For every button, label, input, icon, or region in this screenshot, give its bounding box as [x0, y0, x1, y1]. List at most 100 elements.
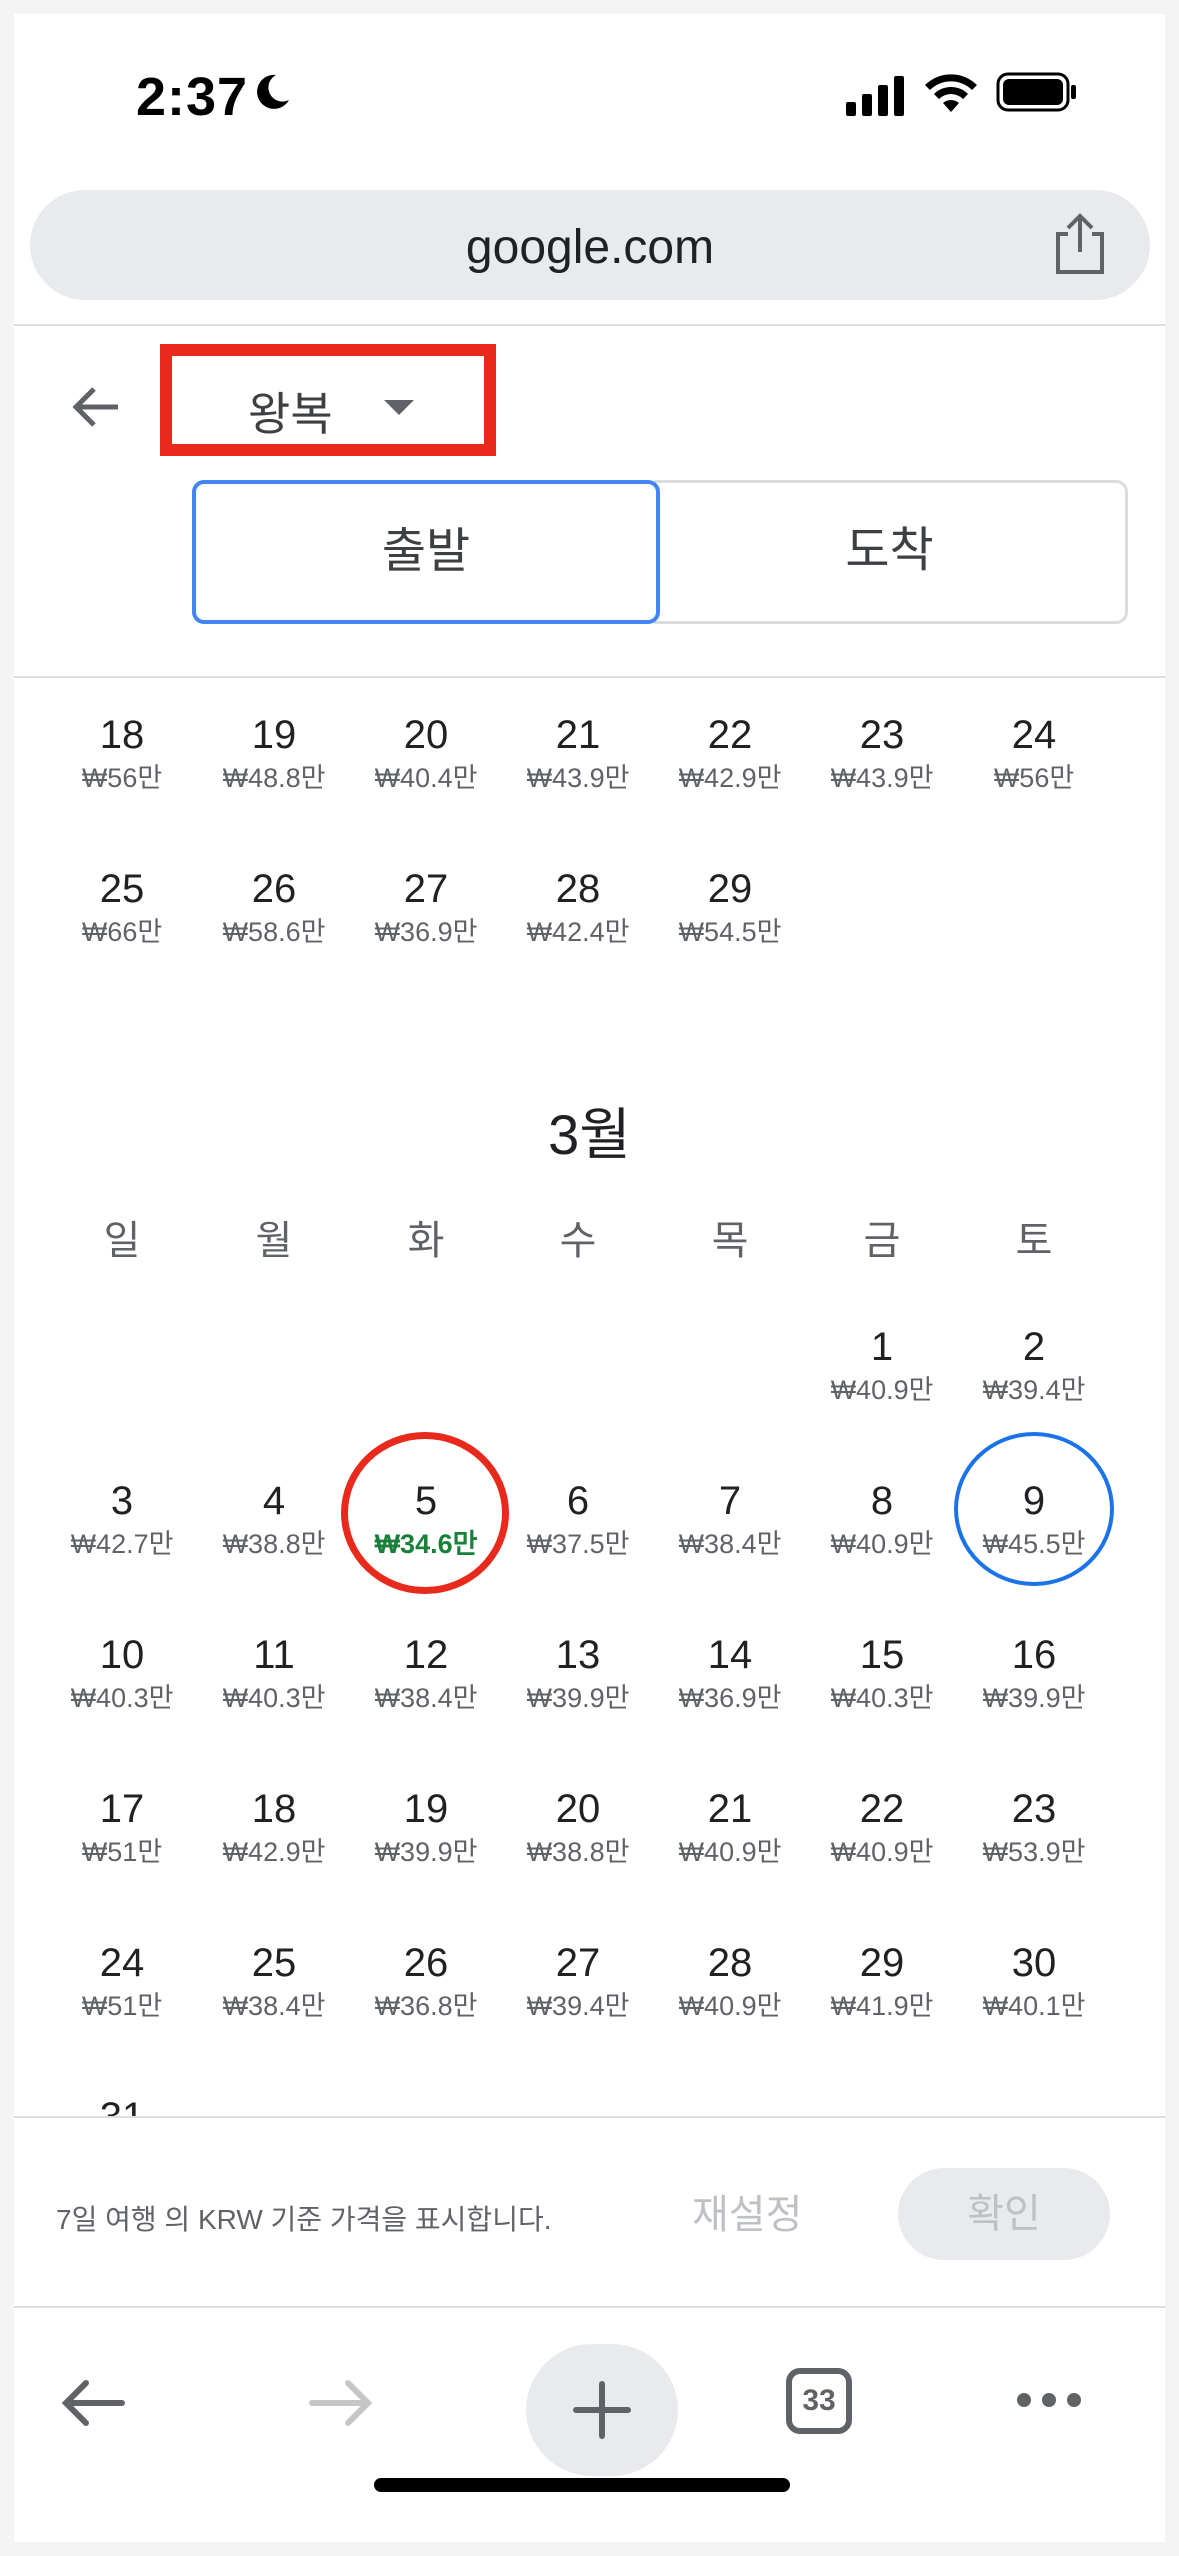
calendar-day[interactable]: 23 ₩53.9만	[958, 1752, 1110, 1906]
day-price: ₩38.4만	[374, 1683, 478, 1713]
day-number: 2	[1022, 1325, 1046, 1369]
calendar-day[interactable]: 29 ₩54.5만	[654, 832, 806, 986]
day-price: ₩40.3만	[70, 1683, 174, 1713]
share-icon[interactable]	[1050, 212, 1110, 276]
day-price: ₩42.4만	[526, 917, 630, 947]
day-number: 28	[707, 1941, 753, 1985]
calendar-day[interactable]: 20 ₩38.8만	[502, 1752, 654, 1906]
calendar-day[interactable]: 4 ₩38.8만	[198, 1444, 350, 1598]
day-number: 5	[414, 1479, 438, 1523]
day-number: 20	[555, 1787, 601, 1831]
calendar-scroll[interactable]: 18 ₩56만 19 ₩48.8만 20 ₩40.4만 21 ₩43.9만 22 ₩42.9만 23…	[14, 678, 1165, 2118]
new-tab-button[interactable]	[526, 2344, 678, 2476]
day-number: 27	[555, 1941, 601, 1985]
browser-back-icon[interactable]	[58, 2378, 128, 2428]
day-number: 25	[251, 1941, 297, 1985]
calendar-day[interactable]: 26 ₩58.6만	[198, 832, 350, 986]
weekday-label: 수	[559, 1219, 597, 1263]
calendar-day[interactable]: 27 ₩36.9만	[350, 832, 502, 986]
calendar-blank	[198, 1290, 350, 1444]
calendar-day[interactable]: 30 ₩40.1만	[958, 1906, 1110, 2060]
more-menu-icon[interactable]	[1014, 2390, 1084, 2410]
day-price: ₩39.4만	[982, 1375, 1086, 1405]
calendar-day[interactable]: 21 ₩40.9만	[654, 1752, 806, 1906]
calendar-day[interactable]: 17 ₩51만	[46, 1752, 198, 1906]
calendar-day[interactable]: 11 ₩40.3만	[198, 1598, 350, 1752]
calendar-day[interactable]: 22 ₩42.9만	[654, 678, 806, 832]
day-number: 7	[718, 1479, 742, 1523]
day-number: 24	[1011, 713, 1057, 757]
weekday-header: 일월화수목금토	[14, 1208, 1165, 1266]
trip-type-label: 왕복	[248, 388, 333, 440]
day-number: 1	[870, 1325, 894, 1369]
day-number: 28	[555, 867, 601, 911]
weekday-label: 목	[711, 1219, 749, 1263]
day-number: 21	[707, 1787, 753, 1831]
day-number: 19	[251, 713, 297, 757]
day-price: ₩40.9만	[678, 1837, 782, 1867]
calendar-day[interactable]: 6 ₩37.5만	[502, 1444, 654, 1598]
calendar-day[interactable]: 7 ₩38.4만	[654, 1444, 806, 1598]
calendar-day[interactable]: 24 ₩51만	[46, 1906, 198, 2060]
calendar-day[interactable]: 14 ₩36.9만	[654, 1598, 806, 1752]
day-price: ₩40.3만	[222, 1683, 326, 1713]
calendar-day[interactable]: 25 ₩66만	[46, 832, 198, 986]
day-price: ₩40.9만	[830, 1529, 934, 1559]
day-price: ₩56만	[81, 763, 163, 793]
calendar-day[interactable]: 15 ₩40.3만	[806, 1598, 958, 1752]
calendar-day[interactable]: 8 ₩40.9만	[806, 1444, 958, 1598]
tab-switcher-button[interactable]: 33	[786, 2368, 852, 2434]
divider	[14, 324, 1165, 326]
browser-forward-icon[interactable]	[306, 2378, 376, 2428]
day-price: ₩36.8만	[374, 1991, 478, 2021]
calendar-day[interactable]: 16 ₩39.9만	[958, 1598, 1110, 1752]
calendar-day[interactable]: 27 ₩39.4만	[502, 1906, 654, 2060]
status-time: 2:37	[136, 67, 249, 127]
calendar-day[interactable]: 10 ₩40.3만	[46, 1598, 198, 1752]
calendar-day[interactable]: 29 ₩41.9만	[806, 1906, 958, 2060]
day-number: 22	[859, 1787, 905, 1831]
calendar-day[interactable]: 1 ₩40.9만	[806, 1290, 958, 1444]
confirm-button[interactable]: 확인	[898, 2168, 1110, 2260]
tab-return[interactable]: 도착	[654, 480, 1128, 624]
day-number: 6	[566, 1479, 590, 1523]
calendar-day[interactable]: 26 ₩36.8만	[350, 1906, 502, 2060]
calendar-day[interactable]: 13 ₩39.9만	[502, 1598, 654, 1752]
day-price: ₩34.6만	[374, 1529, 478, 1559]
calendar-day[interactable]: 24 ₩56만	[958, 678, 1110, 832]
calendar-day[interactable]: 19 ₩48.8만	[198, 678, 350, 832]
calendar-day[interactable]: 20 ₩40.4만	[350, 678, 502, 832]
calendar-day[interactable]: 25 ₩38.4만	[198, 1906, 350, 2060]
calendar-day[interactable]: 3 ₩42.7만	[46, 1444, 198, 1598]
calendar-day[interactable]: 22 ₩40.9만	[806, 1752, 958, 1906]
day-price: ₩36.9만	[678, 1683, 782, 1713]
calendar-day[interactable]: 12 ₩38.4만	[350, 1598, 502, 1752]
calendar-day[interactable]: 18 ₩56만	[46, 678, 198, 832]
calendar-day[interactable]: 19 ₩39.9만	[350, 1752, 502, 1906]
address-bar[interactable]: google.com	[30, 190, 1150, 300]
calendar-day[interactable]: 21 ₩43.9만	[502, 678, 654, 832]
day-number: 15	[859, 1633, 905, 1677]
day-price: ₩39.9만	[982, 1683, 1086, 1713]
tab-departure[interactable]: 출발	[192, 480, 660, 624]
calendar-day[interactable]: 2 ₩39.4만	[958, 1290, 1110, 1444]
back-arrow-icon[interactable]	[66, 382, 126, 432]
day-number: 16	[1011, 1633, 1057, 1677]
day-price: ₩38.4만	[222, 1991, 326, 2021]
calendar-day[interactable]: 28 ₩40.9만	[654, 1906, 806, 2060]
trip-type-dropdown[interactable]: 왕복	[160, 344, 496, 456]
day-price: ₩39.4만	[526, 1991, 630, 2021]
day-price: ₩40.4만	[374, 763, 478, 793]
day-price: ₩43.9만	[526, 763, 630, 793]
calendar-day[interactable]: 23 ₩43.9만	[806, 678, 958, 832]
calendar-day[interactable]: 28 ₩42.4만	[502, 832, 654, 986]
day-price: ₩42.9만	[678, 763, 782, 793]
calendar-day[interactable]: 18 ₩42.9만	[198, 1752, 350, 1906]
day-price: ₩40.9만	[678, 1991, 782, 2021]
day-number: 8	[870, 1479, 894, 1523]
reset-button[interactable]: 재설정	[692, 2182, 802, 2240]
calendar-day[interactable]: 31	[46, 2060, 198, 2118]
calendar-day[interactable]: 9 ₩45.5만	[958, 1444, 1110, 1598]
day-number: 24	[99, 1941, 145, 1985]
calendar-day[interactable]: 5 ₩34.6만	[350, 1444, 502, 1598]
